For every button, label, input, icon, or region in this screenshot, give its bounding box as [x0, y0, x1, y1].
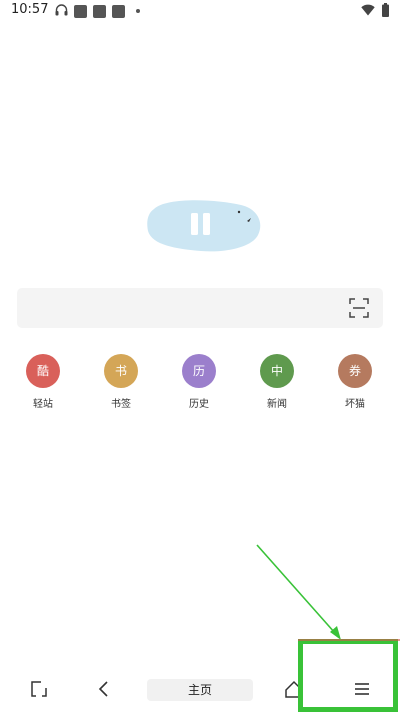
- shortcut-icon: 酷: [26, 354, 60, 388]
- home-button[interactable]: 主页: [147, 679, 253, 701]
- status-bar: 10:57: [0, 0, 400, 22]
- back-icon[interactable]: [93, 678, 115, 700]
- shortcut-icon: 券: [338, 354, 372, 388]
- shortcut-label: 历史: [189, 399, 209, 410]
- notification-app-icon: [93, 5, 106, 18]
- highlight-box: [298, 639, 400, 712]
- notification-app-icon: [112, 5, 125, 18]
- shortcut-label: 新闻: [267, 399, 287, 410]
- battery-icon: [382, 3, 389, 17]
- more-notifications-dot-icon: [136, 9, 140, 13]
- notification-app-icon: [74, 5, 87, 18]
- shortcut-grid: 酷 轻站 书 书签 历 历史 中 新闻 券 坏猫: [0, 354, 400, 414]
- shortcut-icon: 中: [260, 354, 294, 388]
- shortcut-icon: 书: [104, 354, 138, 388]
- shortcut-icon: 历: [182, 354, 216, 388]
- shortcut-history[interactable]: 历 历史: [169, 354, 229, 410]
- shortcut-bookmarks[interactable]: 书 书签: [91, 354, 151, 410]
- tabs-icon[interactable]: [28, 678, 50, 700]
- shortcut-label: 轻站: [33, 399, 53, 410]
- headphone-icon: [55, 4, 68, 16]
- shortcut-coupons[interactable]: 券 坏猫: [325, 354, 385, 410]
- shortcut-label: 书签: [111, 399, 131, 410]
- shortcut-news[interactable]: 中 新闻: [247, 354, 307, 410]
- browser-logo: [147, 200, 261, 252]
- scan-icon[interactable]: [349, 298, 369, 318]
- status-time: 10:57: [11, 2, 49, 17]
- shortcut-label: 坏猫: [345, 399, 365, 410]
- browser-screen: 10:57 酷 轻站 书 书签 历 历史 中 新闻 券 坏猫 主页: [0, 0, 400, 712]
- shortcut-qingzhan[interactable]: 酷 轻站: [13, 354, 73, 410]
- search-bar[interactable]: [17, 288, 383, 328]
- wifi-icon: [361, 4, 375, 16]
